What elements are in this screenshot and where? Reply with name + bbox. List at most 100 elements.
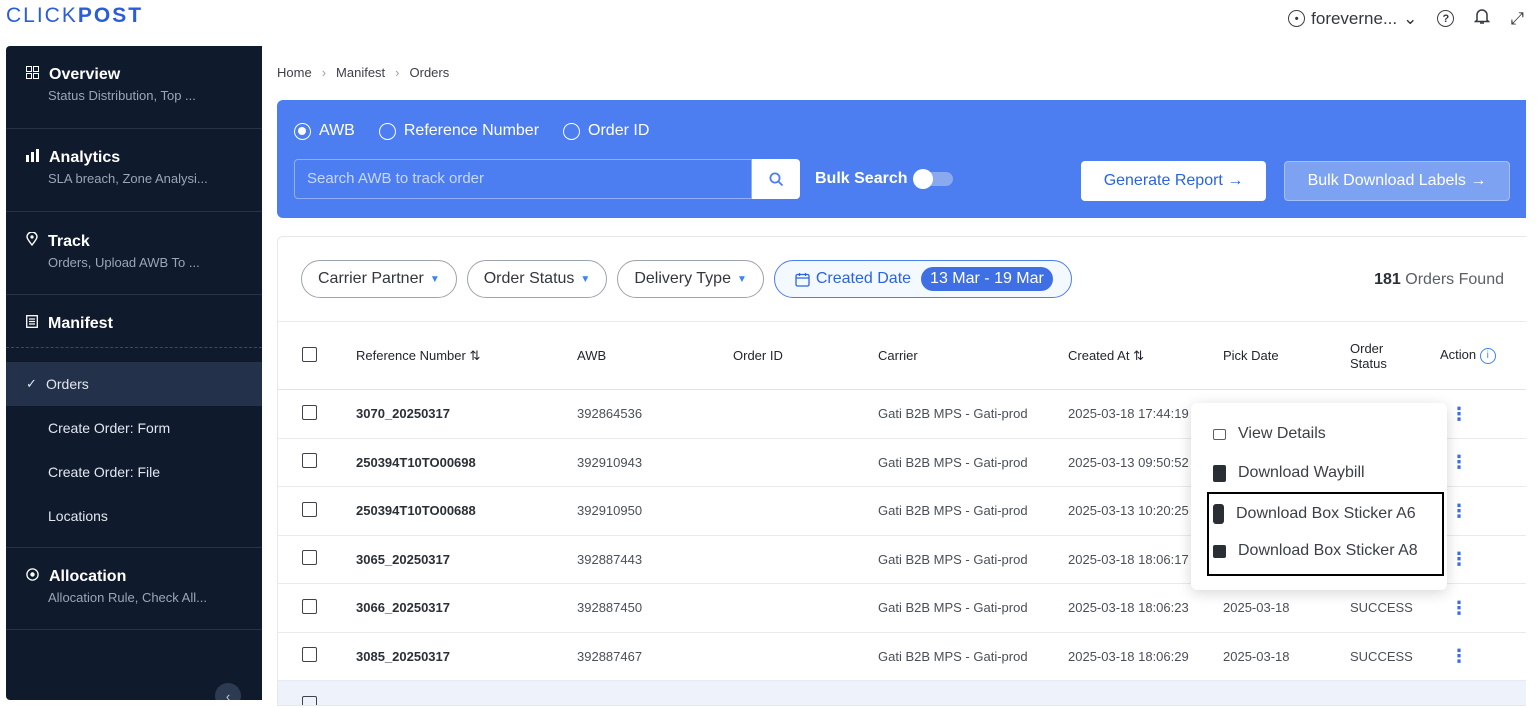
sidebar-section-track[interactable]: Track Orders, Upload AWB To ... [6,212,262,295]
filter-order-status[interactable]: Order Status ▼ [466,260,608,298]
row-checkbox[interactable] [302,598,317,614]
collapse-sidebar-button[interactable]: ‹ [215,683,241,700]
cell-order-id [733,438,878,487]
radio-awb[interactable]: AWB [294,122,355,140]
radio-unselected-icon [563,122,581,140]
search-icon [769,172,783,186]
sidebar-subtitle: Orders, Upload AWB To ... [48,255,200,270]
search-type-group: AWB Reference Number Order ID [294,122,649,140]
reference-number-link[interactable]: 250394T10TO00698 [356,438,577,487]
top-right-controls: • foreverne... ⌄ ? ⤢ [1288,7,1524,30]
breadcrumb: Home › Manifest › Orders [277,65,449,80]
grid-icon [26,66,39,84]
cell-awb: 392910950 [577,503,643,519]
sidebar-title: Track [48,232,90,250]
radio-label: Order ID [588,122,650,139]
more-options-icon[interactable]: ⋮ [1450,452,1468,472]
breadcrumb-home[interactable]: Home [277,65,312,80]
table-row[interactable]: 3085_20250317 392887467 Gati B2B MPS - G… [278,632,1526,681]
menu-item-view-details[interactable]: View Details [1213,425,1326,443]
filter-created-date[interactable]: Created Date 13 Mar - 19 Mar [773,260,1072,298]
sidebar-section-analytics[interactable]: Analytics SLA breach, Zone Analysi... [6,129,262,212]
more-options-icon[interactable]: ⋮ [1450,549,1468,569]
sidebar-section-manifest[interactable]: Manifest [6,295,262,347]
target-icon [26,568,39,586]
sidebar-subtitle: Status Distribution, Top ... [48,88,196,103]
user-icon: • [1288,10,1306,27]
more-options-icon[interactable]: ⋮ [1450,501,1468,521]
col-reference-number[interactable]: Reference Number ⇅ [356,322,577,390]
col-awb: AWB [577,348,607,363]
cell-order-id [733,632,878,681]
cell-order-id [733,535,878,584]
cell-status: SUCCESS [1350,648,1413,664]
reference-number-link[interactable]: 250394T10TO00688 [356,487,577,536]
radio-label: AWB [319,122,355,139]
filter-label: Delivery Type [634,270,731,287]
chevron-down-icon: ⌄ [1403,8,1418,28]
sidebar-item-orders[interactable]: ✓ Orders [6,362,262,406]
select-all-checkbox[interactable] [302,346,317,362]
col-created-at[interactable]: Created At ⇅ [1068,322,1223,390]
sort-icon[interactable]: ⇅ [1133,348,1144,363]
radio-reference-number[interactable]: Reference Number [378,122,539,140]
brand-logo[interactable]: CLICKPOST [6,4,143,28]
reference-number-link[interactable]: 3085_20250317 [356,632,577,681]
menu-item-label: Download Box Sticker A8 [1238,542,1418,559]
menu-item-label: Download Box Sticker A6 [1236,505,1416,522]
manifest-subnav: ✓ Orders Create Order: Form Create Order:… [6,362,262,538]
sidebar-subtitle: Allocation Rule, Check All... [48,590,207,605]
table-row[interactable] [278,680,1526,705]
col-carrier: Carrier [878,348,918,363]
user-menu[interactable]: • foreverne... ⌄ [1288,9,1417,29]
cell-awb: 392887467 [577,648,643,664]
filter-delivery-type[interactable]: Delivery Type ▼ [617,260,764,298]
more-options-icon[interactable]: ⋮ [1450,598,1468,618]
row-checkbox[interactable] [302,453,317,469]
cell-carrier: Gati B2B MPS - Gati-prod [878,648,1028,664]
generate-report-button[interactable]: Generate Report → [1081,161,1266,201]
reference-number-link[interactable]: 3070_20250317 [356,390,577,439]
sidebar-section-overview[interactable]: Overview Status Distribution, Top ... [6,46,262,129]
sidebar-title: Analytics [49,149,121,166]
filter-carrier-partner[interactable]: Carrier Partner ▼ [301,260,457,298]
sidebar-section-allocation[interactable]: Allocation Allocation Rule, Check All... [6,547,262,630]
bell-icon[interactable] [1474,7,1491,30]
menu-item-download-box-sticker-a6[interactable]: Download Box Sticker A6 [1213,504,1416,524]
radio-order-id[interactable]: Order ID [563,122,649,140]
info-icon[interactable]: i [1479,347,1496,364]
sidebar-item-create-order-form[interactable]: Create Order: Form [6,406,262,450]
more-options-icon[interactable]: ⋮ [1450,404,1468,424]
cell-carrier: Gati B2B MPS - Gati-prod [878,503,1028,519]
menu-item-download-box-sticker-a8[interactable]: Download Box Sticker A8 [1213,542,1418,560]
row-checkbox[interactable] [302,404,317,420]
cell-awb: 392864536 [577,406,643,422]
expand-icon[interactable]: ⤢ [1510,9,1524,29]
reference-number-link[interactable]: 3066_20250317 [356,584,577,633]
row-checkbox[interactable] [302,647,317,663]
sidebar-subtitle: SLA breach, Zone Analysi... [48,171,208,186]
sidebar-item-locations[interactable]: Locations [6,494,262,538]
row-checkbox[interactable] [302,501,317,517]
breadcrumb-manifest[interactable]: Manifest [336,65,385,80]
reference-number-link[interactable]: 3065_20250317 [356,535,577,584]
radio-unselected-icon [378,122,396,140]
help-icon[interactable]: ? [1437,10,1455,27]
bulk-download-labels-button[interactable]: Bulk Download Labels → [1284,161,1510,201]
search-button[interactable] [752,159,800,199]
sidebar-item-create-order-file[interactable]: Create Order: File [6,450,262,494]
cell-carrier: Gati B2B MPS - Gati-prod [878,551,1028,567]
orders-found-count: 181 Orders Found [1374,271,1504,288]
cell-pick-date: 2025-03-18 [1223,648,1290,664]
bulk-search-toggle[interactable] [913,169,954,189]
row-checkbox[interactable] [302,550,317,566]
menu-item-download-waybill[interactable]: Download Waybill [1213,464,1365,482]
more-options-icon[interactable]: ⋮ [1450,646,1468,666]
waybill-icon [1213,464,1226,482]
cell-status: SUCCESS [1350,600,1413,616]
search-input[interactable]: Search AWB to track order [294,159,752,199]
row-checkbox[interactable] [302,695,317,705]
table-row[interactable]: 3066_20250317 392887450 Gati B2B MPS - G… [278,584,1526,633]
sort-icon[interactable]: ⇅ [469,348,480,363]
cell-awb: 392887443 [577,551,643,567]
